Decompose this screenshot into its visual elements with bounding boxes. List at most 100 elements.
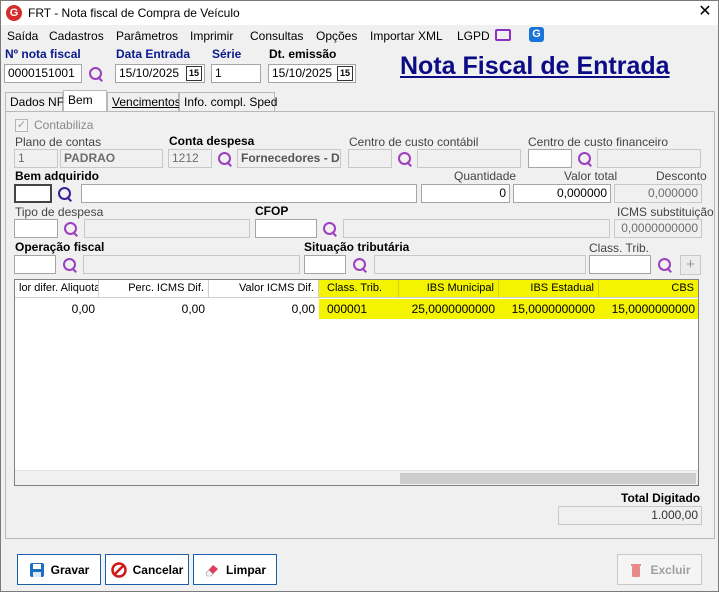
tab-info-compl-sped[interactable]: Info. compl. Sped — [179, 92, 277, 111]
menu-cadastros[interactable]: Cadastros — [49, 29, 104, 43]
search-icon[interactable] — [352, 257, 368, 273]
calendar-icon[interactable]: 15 — [186, 66, 202, 81]
total-digitado-field: 1.000,00 — [558, 506, 702, 525]
search-icon[interactable] — [577, 151, 593, 167]
centro-custo-contabil-label: Centro de custo contábil — [349, 135, 479, 149]
cancelar-label: Cancelar — [132, 562, 184, 577]
tipo-despesa-name — [84, 219, 250, 238]
close-icon[interactable]: ✕ — [696, 3, 714, 21]
menu-consultas[interactable]: Consultas — [250, 29, 303, 43]
scrollbar-thumb[interactable] — [400, 473, 696, 484]
operacao-fiscal-label: Operação fiscal — [15, 240, 105, 254]
serie-label: Série — [212, 47, 242, 61]
window-title: FRT - Nota fiscal de Compra de Veículo — [28, 6, 240, 20]
cancelar-button[interactable]: Cancelar — [105, 554, 189, 585]
search-icon[interactable] — [397, 151, 413, 167]
nota-field[interactable]: 0000151001 — [4, 64, 82, 83]
plano-name-field: PADRAO — [60, 149, 163, 168]
search-icon[interactable] — [217, 151, 233, 167]
cfop-description — [343, 219, 610, 238]
grid-cell[interactable]: 0,00 — [15, 299, 99, 319]
cfop-label: CFOP — [255, 204, 289, 218]
class-trib-field[interactable] — [589, 255, 651, 274]
tab-bem[interactable]: Bem — [63, 90, 107, 112]
calendar-icon[interactable]: 15 — [337, 66, 353, 81]
conta-name-field: Fornecedores - D — [237, 149, 341, 168]
search-icon[interactable] — [657, 257, 673, 273]
contabiliza-checkbox[interactable]: ✓ — [15, 119, 28, 132]
icms-substituicao-field[interactable]: 0,0000000000 — [614, 219, 702, 238]
bem-code-field[interactable] — [14, 184, 52, 203]
grid-header[interactable]: Perc. ICMS Dif. — [99, 280, 209, 298]
class-trib-label: Class. Trib. — [589, 241, 650, 255]
cancel-icon — [110, 561, 127, 578]
grid-header[interactable]: Class. Trib. — [319, 280, 399, 298]
search-icon[interactable] — [63, 221, 79, 237]
tab-dados-nf[interactable]: Dados NF — [5, 92, 64, 111]
trash-icon — [628, 562, 644, 578]
tab-vencimentos[interactable]: Vencimentos — [107, 92, 181, 111]
bem-adquirido-label: Bem adquirido — [15, 169, 100, 183]
icms-substituicao-label: ICMS substituição — [617, 205, 714, 219]
menu-opcoes[interactable]: Opções — [316, 29, 357, 43]
cfop-field[interactable] — [255, 219, 317, 238]
grid-header[interactable]: IBS Municipal — [399, 280, 499, 298]
eraser-icon — [204, 562, 220, 578]
bem-name-field[interactable] — [81, 184, 417, 203]
plano-code-field[interactable]: 1 — [14, 149, 58, 168]
centro-custo-financeiro-label: Centro de custo financeiro — [528, 135, 669, 149]
grid-cell[interactable]: 15,0000000000 — [599, 299, 698, 319]
gravar-button[interactable]: Gravar — [17, 554, 101, 585]
contabiliza-label: Contabiliza — [34, 118, 94, 132]
tax-grid: lor difer. Aliquota Perc. ICMS Dif. Valo… — [14, 279, 699, 486]
grid-header[interactable]: IBS Estadual — [499, 280, 599, 298]
grid-cell[interactable]: 0,00 — [209, 299, 319, 319]
menu-parametros[interactable]: Parâmetros — [116, 29, 178, 43]
grid-header[interactable]: lor difer. Aliquota — [15, 280, 99, 298]
search-icon[interactable] — [62, 257, 78, 273]
page-title: Nota Fiscal de Entrada — [400, 52, 670, 80]
menu-importar-xml[interactable]: Importar XML — [370, 29, 443, 43]
nota-label: Nº nota fiscal — [5, 47, 81, 61]
conta-label: Conta despesa — [169, 134, 255, 148]
centro-custo-contabil-name — [417, 149, 521, 168]
serie-field[interactable]: 1 — [211, 64, 261, 83]
quantidade-label: Quantidade — [454, 169, 517, 183]
grid-cell[interactable]: 15,0000000000 — [499, 299, 599, 319]
add-class-trib-button[interactable]: + — [680, 255, 701, 275]
excluir-label: Excluir — [650, 562, 691, 577]
app-shortcut-icon[interactable]: G — [529, 27, 544, 42]
grid-cell[interactable]: 25,0000000000 — [399, 299, 499, 319]
desconto-field[interactable]: 0,000000 — [614, 184, 702, 203]
menu-lgpd[interactable]: LGPD — [457, 29, 490, 43]
search-icon[interactable] — [88, 66, 104, 82]
operacao-fiscal-name — [83, 255, 300, 274]
monitor-icon[interactable] — [495, 29, 511, 41]
tipo-despesa-label: Tipo de despesa — [15, 205, 104, 219]
grid-cell[interactable]: 0,00 — [99, 299, 209, 319]
horizontal-scrollbar[interactable] — [15, 470, 698, 485]
menu-saida[interactable]: Saída — [7, 29, 38, 43]
grid-header[interactable]: Valor ICMS Dif. — [209, 280, 319, 298]
emissao-label: Dt. emissão — [269, 47, 337, 61]
search-icon[interactable] — [322, 221, 338, 237]
menu-imprimir[interactable]: Imprimir — [190, 29, 233, 43]
entrada-label: Data Entrada — [116, 47, 191, 61]
desconto-label: Desconto — [656, 169, 707, 183]
centro-custo-financeiro-name — [597, 149, 701, 168]
grid-cell[interactable]: 000001 — [319, 299, 399, 319]
operacao-fiscal-code[interactable] — [14, 255, 56, 274]
excluir-button[interactable]: Excluir — [617, 554, 702, 585]
tipo-despesa-code[interactable] — [14, 219, 58, 238]
main-window: G FRT - Nota fiscal de Compra de Veículo… — [0, 0, 719, 592]
conta-code-field[interactable]: 1212 — [168, 149, 212, 168]
centro-custo-financeiro-code[interactable] — [528, 149, 572, 168]
search-icon[interactable] — [57, 186, 73, 202]
situacao-tributaria-code[interactable] — [304, 255, 346, 274]
situacao-tributaria-label: Situação tributária — [304, 240, 410, 254]
centro-custo-contabil-code[interactable] — [348, 149, 392, 168]
limpar-button[interactable]: Limpar — [193, 554, 277, 585]
valor-total-field[interactable]: 0,000000 — [513, 184, 611, 203]
quantidade-field[interactable]: 0 — [421, 184, 510, 203]
grid-header[interactable]: CBS — [599, 280, 698, 298]
